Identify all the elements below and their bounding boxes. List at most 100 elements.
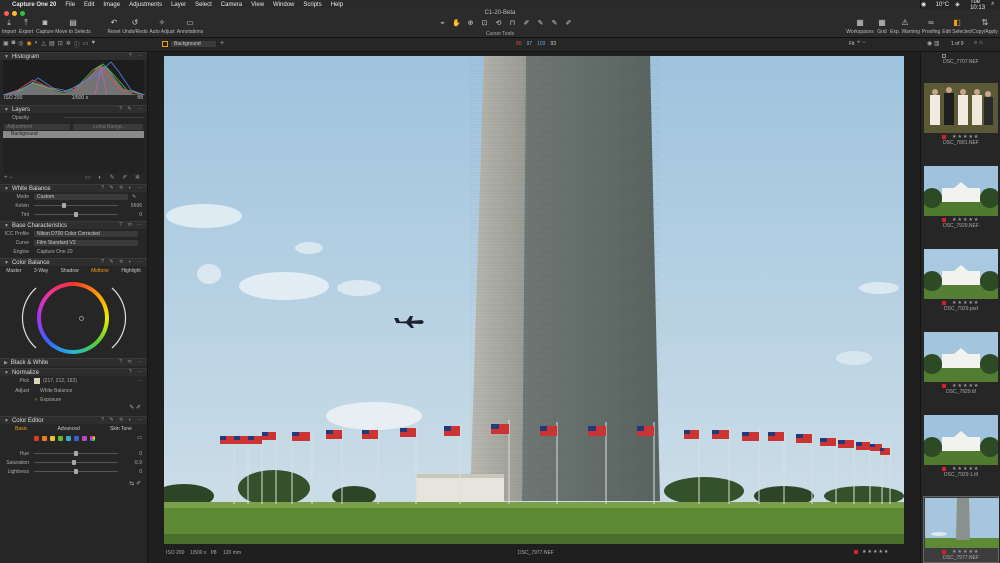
grid-button[interactable]: ▦ Grid [875,19,889,36]
hue-value[interactable]: 0 [139,451,142,457]
capture-tab-icon[interactable]: ◙ [12,40,16,49]
thumbnail-item-selected[interactable]: ★★★★★ DSC_7977.NEF [923,496,999,563]
kelvin-slider[interactable] [34,203,118,208]
add-layer-icon[interactable]: + − [4,175,13,181]
layer-tools-icons[interactable]: ▭ ◐ ✎ ✐ ✲ [85,174,143,181]
cb-tab-3way[interactable]: 3-Way [34,268,48,274]
swatch-yellow[interactable] [50,435,55,441]
swatch-blue[interactable] [74,435,79,441]
view-icon[interactable]: ◉ ▥ [927,40,940,47]
lens-tab-icon[interactable]: ◎ [18,40,23,49]
pan-tool-icon[interactable]: ⌖ [437,19,448,28]
viewer-color-tag[interactable] [854,550,858,556]
apply-eyedropper-icon[interactable]: ✐ [136,405,141,411]
capture-button[interactable]: ◙ Capture [36,19,54,36]
viewer-rating-stars[interactable]: ★★★★★ [862,549,889,555]
rotate-tool-icon[interactable]: ⟲ [493,19,504,28]
tint-slider[interactable] [34,212,118,217]
swatch-green[interactable] [58,435,63,441]
color-editor-header[interactable]: ▼ Color Editor ? ✎ ⟲ ◐ ⋯ [0,416,147,424]
swatch-red[interactable] [34,435,39,441]
thumb-select-box[interactable] [942,53,946,58]
annotations-button[interactable]: ▭ Annotations [176,19,204,36]
zoom-slider-icon[interactable]: + − [857,40,866,46]
saturation-slider[interactable] [34,460,118,465]
clock-label[interactable]: Tue 10:13 [970,0,985,9]
library-tab-icon[interactable]: ▣ [3,40,9,49]
brush-tool-icon[interactable]: ✎ [549,19,560,28]
color-tag[interactable] [942,549,946,554]
workspaces-button[interactable]: ▦ Workspaces [845,19,875,36]
import-button[interactable]: ⤓ Import [2,19,16,36]
swatch-menu-icon[interactable]: ▭ [137,435,142,441]
panel-tools-icons[interactable]: ? ⟲ ⋯ [119,222,144,228]
swatch-custom[interactable] [90,435,95,441]
menu-file[interactable]: File [65,2,75,8]
background-layer[interactable]: Background [3,131,144,138]
thumbnail-item[interactable]: ★★★★★ DSC_7929.NEF [924,166,998,229]
ce-tab-advanced[interactable]: Advanced [58,426,80,432]
zoom-fit-label[interactable]: Fit [849,41,855,47]
settings-tab-icon[interactable]: ✲ [66,40,71,49]
pick-eyedropper-icon[interactable]: ✎ [129,405,134,411]
edit-selected-button[interactable]: ◧ Edit Selected [942,19,972,36]
curve-dropdown[interactable]: Film Standard V2 [34,239,138,246]
color-tag[interactable] [942,217,946,222]
thumbnail-item[interactable]: ★★★★★ DSC_7881.NEF [924,83,998,146]
eraser-tool-icon[interactable]: ✐ [563,19,574,28]
keystone-tool-icon[interactable]: ⊓ [507,19,518,28]
tint-value[interactable]: 0 [139,212,142,218]
proofing-button[interactable]: ∞ Proofing [919,19,943,36]
menu-select[interactable]: Select [195,2,212,8]
luma-range-button[interactable]: Luma Range... [73,123,143,130]
thumb-rating[interactable]: ★★★★★ [952,217,979,223]
thumb-rating[interactable]: ★★★★★ [952,466,979,472]
ce-tab-basic[interactable]: Basic [15,426,27,432]
export-button[interactable]: ⤒ Export [18,19,34,36]
exp-warning-button[interactable]: ⚠ Exp. Warning [890,19,920,36]
normalize-header[interactable]: ▼ Normalize ? ⋯ [0,368,147,376]
menu-app[interactable]: Capture One 20 [12,2,56,8]
exposure-tab-icon[interactable]: ◐ [35,40,39,49]
lightness-value[interactable]: 0 [139,469,142,475]
exposure-checkbox[interactable]: ✓ [34,397,38,403]
search-icon[interactable]: ⌕ [991,1,994,8]
swatch-orange[interactable] [42,435,47,441]
opacity-slider[interactable] [64,117,144,118]
panel-tools-icons[interactable]: ? ✎ ⟲ ◐ ⋯ [101,185,144,191]
menu-edit[interactable]: Edit [84,2,94,8]
move-to-selects-button[interactable]: ▤ Move to Selects [55,19,91,36]
icc-dropdown[interactable]: Nikon D700 Color Corrected [34,230,138,237]
reset-button[interactable]: ↶ Reset [106,19,122,36]
panel-tools-icons[interactable]: ? ✎ ⋯ [119,106,144,112]
metadata-tab-icon[interactable]: ⓘ [74,40,80,49]
menu-view[interactable]: View [251,2,264,8]
thumb-rating[interactable]: ★★★★★ [952,300,979,306]
weather-label[interactable]: 10°C [936,2,949,8]
panel-tools-icons[interactable]: ? ⋯ [129,53,144,59]
cb-tab-highlight[interactable]: Highlight [121,268,140,274]
ce-tab-skin-tone[interactable]: Skin Tone [110,426,132,432]
zoom-window-button[interactable] [20,11,25,16]
cb-tab-master[interactable]: Master [6,268,21,274]
image-viewer[interactable]: ISO 200 1/500 s f/8 120 mm DSC_7977.NEF … [148,52,920,563]
adjust-tool-icon[interactable]: ✋ [451,19,462,28]
swatch-magenta[interactable] [82,435,87,441]
menu-adjustments[interactable]: Adjustments [129,2,162,8]
color-tag[interactable] [942,300,946,305]
menu-image[interactable]: Image [103,2,120,8]
thumbnail-item[interactable]: DSC_7707.NEF [924,52,998,65]
add-layer-icon[interactable]: + [220,40,224,47]
color-tag[interactable] [942,383,946,388]
undo-redo-button[interactable]: ↺ Undo/Redo [122,19,148,36]
copy-apply-button[interactable]: ⇅ Copy/Apply [971,19,999,36]
menu-scripts[interactable]: Scripts [303,2,321,8]
black-white-header[interactable]: ▶ Black & White ? ⟲ ⋯ [0,358,147,366]
thumb-rating[interactable]: ★★★★★ [952,383,979,389]
kelvin-value[interactable]: 5696 [131,203,142,209]
panel-tools-icons[interactable]: ? ✎ ⟲ ◐ ⋯ [101,259,144,265]
thumbnail-item[interactable]: ★★★★★ DSC_7929.tif [924,332,998,395]
panel-tools-icons[interactable]: ? ✎ ⟲ ◐ ⋯ [101,417,144,423]
cb-tab-shadow[interactable]: Shadow [61,268,79,274]
thumbnail-item[interactable]: ★★★★★ DSC_7929.psd [924,249,998,312]
